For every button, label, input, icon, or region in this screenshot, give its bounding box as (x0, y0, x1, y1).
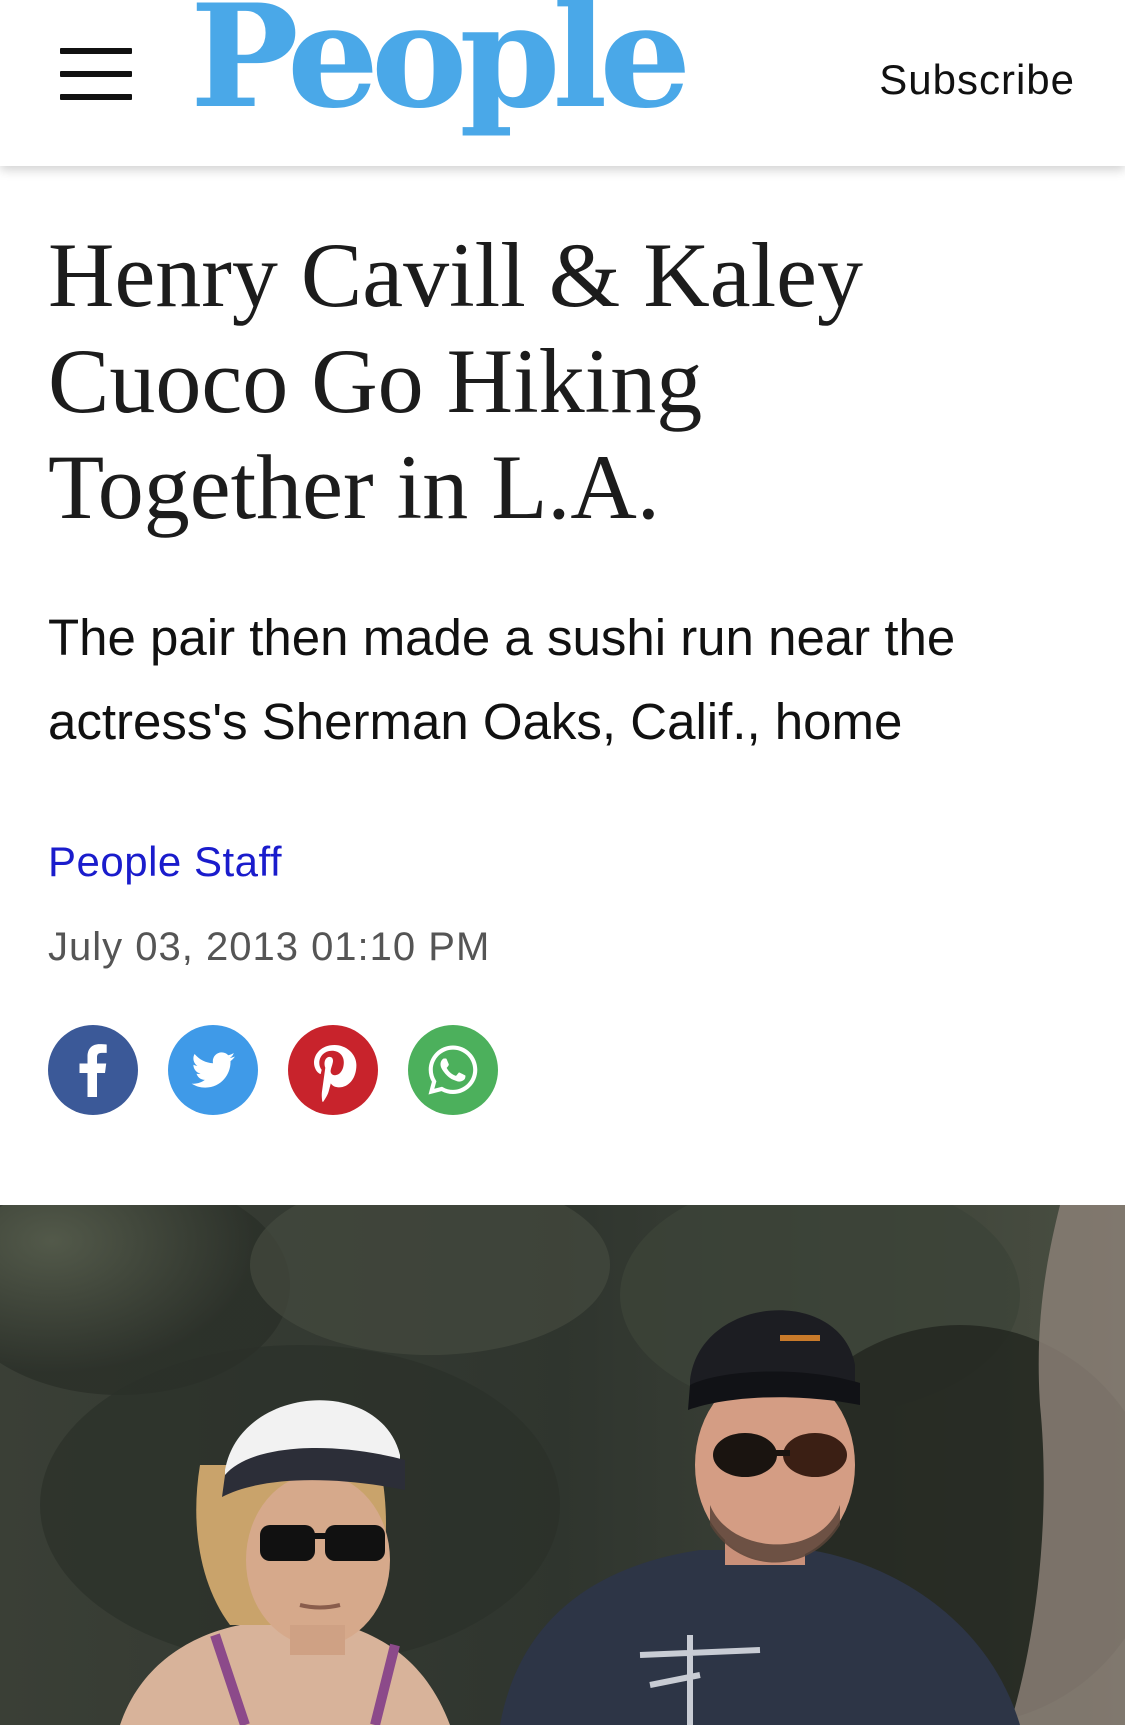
share-whatsapp-button[interactable] (408, 1025, 498, 1115)
whatsapp-icon (428, 1045, 478, 1095)
hero-photo[interactable] (0, 1205, 1125, 1725)
facebook-icon (79, 1044, 107, 1097)
share-facebook-button[interactable] (48, 1025, 138, 1115)
hamburger-menu-icon (60, 48, 132, 54)
hamburger-menu-button[interactable] (50, 40, 140, 110)
article-hero-image (0, 1205, 1125, 1725)
share-twitter-button[interactable] (168, 1025, 258, 1115)
hamburger-menu-icon-bar (60, 71, 132, 77)
twitter-icon (191, 1052, 235, 1088)
site-header: People Subscribe (0, 0, 1125, 166)
people-logo[interactable]: People (190, 0, 691, 128)
share-pinterest-button[interactable] (288, 1025, 378, 1115)
article-headline: Henry Cavill & Kaley Cuoco Go Hiking Tog… (48, 224, 864, 538)
subscribe-link[interactable]: Subscribe (879, 56, 1075, 104)
hamburger-menu-icon-bar (60, 94, 132, 100)
publish-date: July 03, 2013 01:10 PM (48, 925, 491, 969)
author-byline-link[interactable]: People Staff (48, 838, 282, 886)
pinterest-icon (314, 1045, 357, 1102)
article-dek: The pair then made a sushi run near the … (48, 609, 956, 750)
